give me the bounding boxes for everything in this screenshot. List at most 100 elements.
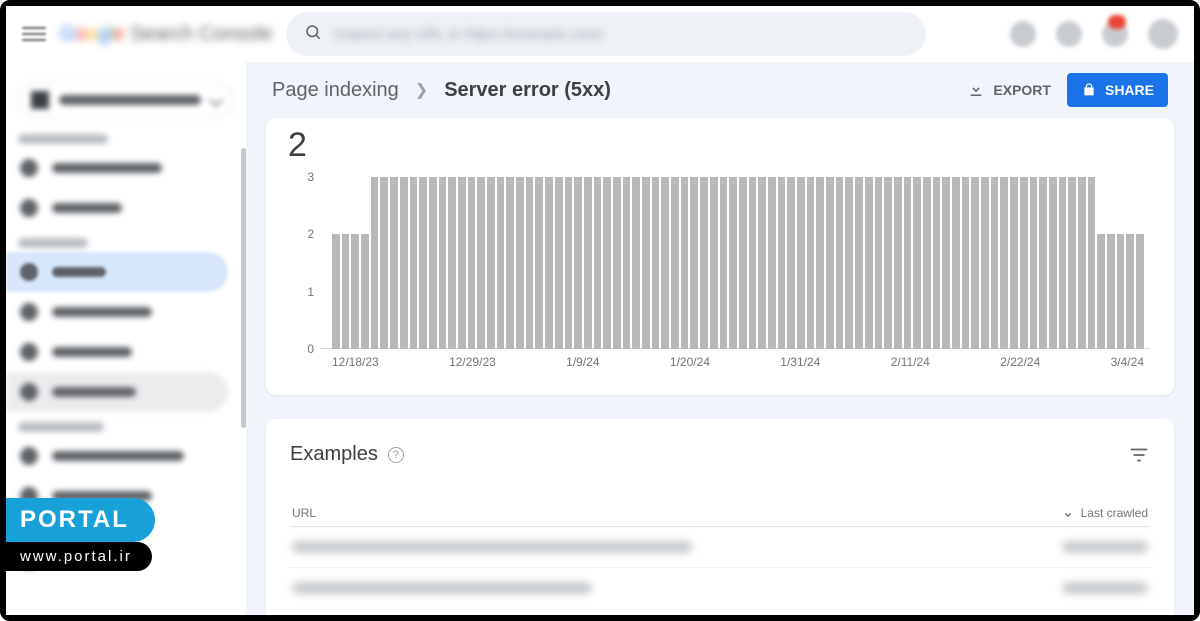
search-icon — [304, 23, 322, 46]
chart-bar — [477, 177, 485, 349]
table-row[interactable] — [290, 527, 1150, 568]
chevron-down-icon — [209, 93, 223, 107]
chart-bar — [700, 177, 708, 349]
breadcrumb-current: Server error (5xx) — [444, 79, 611, 102]
chart-bar — [439, 177, 447, 349]
x-tick: 12/29/23 — [449, 355, 496, 377]
chart-bar — [555, 177, 563, 349]
page-header: Page indexing ❯ Server error (5xx) EXPOR… — [246, 62, 1194, 118]
chart-bar — [710, 177, 718, 349]
x-tick: 2/22/24 — [1000, 355, 1040, 377]
chevron-right-icon: ❯ — [415, 80, 428, 100]
col-url[interactable]: URL — [292, 506, 1061, 520]
search-placeholder: Inspect any URL in https://example.com/ — [334, 26, 603, 43]
chart-bar — [913, 177, 921, 349]
breadcrumb-parent[interactable]: Page indexing — [272, 79, 399, 102]
sidebar-item[interactable] — [6, 148, 228, 188]
chart-bar — [371, 177, 379, 349]
chart-bar — [487, 177, 495, 349]
sidebar-section — [18, 134, 108, 144]
chart-bar — [778, 177, 786, 349]
menu-icon[interactable] — [22, 22, 46, 46]
sidebar-item[interactable] — [6, 436, 228, 476]
table-row[interactable] — [290, 568, 1150, 608]
notifications-icon[interactable] — [1102, 21, 1128, 47]
chart-bar — [380, 177, 388, 349]
chart-bar — [410, 177, 418, 349]
col-last-crawled[interactable]: Last crawled — [1061, 506, 1148, 520]
chart-bar — [1136, 234, 1144, 349]
chart-bar — [749, 177, 757, 349]
chart-bar — [690, 177, 698, 349]
apps-icon[interactable] — [1148, 19, 1178, 49]
chart-bar — [1088, 177, 1096, 349]
chart-bar — [1078, 177, 1086, 349]
sidebar-item[interactable] — [6, 332, 228, 372]
chart-bar — [865, 177, 873, 349]
chart-bar — [361, 234, 369, 349]
chart-bar — [535, 177, 543, 349]
chart-bar — [797, 177, 805, 349]
examples-card: Examples ? URL Last crawled — [266, 419, 1174, 615]
table-header: URL Last crawled — [290, 500, 1150, 527]
x-tick: 3/4/24 — [1111, 355, 1144, 377]
chart-bar — [632, 177, 640, 349]
sidebar-item[interactable] — [6, 292, 228, 332]
chart-bar — [468, 177, 476, 349]
chart-bar — [1000, 177, 1008, 349]
share-button[interactable]: SHARE — [1067, 73, 1168, 107]
download-icon — [967, 81, 985, 99]
chart-bar — [429, 177, 437, 349]
chart-bar — [506, 177, 514, 349]
chart-bar — [845, 177, 853, 349]
help-icon[interactable]: ? — [388, 447, 404, 463]
chart-bar — [332, 234, 340, 349]
chart-bar — [894, 177, 902, 349]
chart-bar — [729, 177, 737, 349]
chart-bar — [787, 177, 795, 349]
property-selector[interactable] — [18, 82, 234, 118]
x-tick: 12/18/23 — [332, 355, 379, 377]
people-icon[interactable] — [1056, 21, 1082, 47]
sidebar-item[interactable] — [6, 188, 228, 228]
chart-bar — [574, 177, 582, 349]
chart-bar — [400, 177, 408, 349]
url-inspect-search[interactable]: Inspect any URL in https://example.com/ — [286, 12, 926, 56]
chart-bar — [497, 177, 505, 349]
x-tick: 1/31/24 — [780, 355, 820, 377]
chart-bar — [807, 177, 815, 349]
chart-bar — [942, 177, 950, 349]
x-tick: 1/20/24 — [670, 355, 710, 377]
chart-bar — [351, 234, 359, 349]
watermark: PORTAL www.portal.ir — [6, 498, 155, 571]
help-icon[interactable] — [1010, 21, 1036, 47]
chart-bar — [981, 177, 989, 349]
chart-bar — [720, 177, 728, 349]
chart-bar — [1107, 234, 1115, 349]
chart-bar — [952, 177, 960, 349]
chart-bar — [836, 177, 844, 349]
export-button[interactable]: EXPORT — [967, 81, 1051, 99]
chart-bar — [419, 177, 427, 349]
chart-bar — [816, 177, 824, 349]
chart-bar — [933, 177, 941, 349]
chart-bar — [565, 177, 573, 349]
examples-title: Examples — [290, 443, 378, 466]
chart-bar — [768, 177, 776, 349]
chart-bar — [1117, 234, 1125, 349]
filter-icon[interactable] — [1128, 444, 1150, 466]
chart-bar — [526, 177, 534, 349]
sidebar-item[interactable] — [6, 372, 228, 412]
sidebar-item-pages[interactable] — [6, 252, 228, 292]
chart-bar — [603, 177, 611, 349]
chart-bar — [458, 177, 466, 349]
sidebar-section — [18, 422, 104, 432]
chart-bar — [855, 177, 863, 349]
x-tick: 2/11/24 — [891, 355, 930, 377]
sidebar-section — [18, 238, 88, 248]
lock-icon — [1081, 82, 1097, 98]
chart-bar — [594, 177, 602, 349]
chart-bar — [1049, 177, 1057, 349]
chart-bar — [884, 177, 892, 349]
chart-bar — [971, 177, 979, 349]
